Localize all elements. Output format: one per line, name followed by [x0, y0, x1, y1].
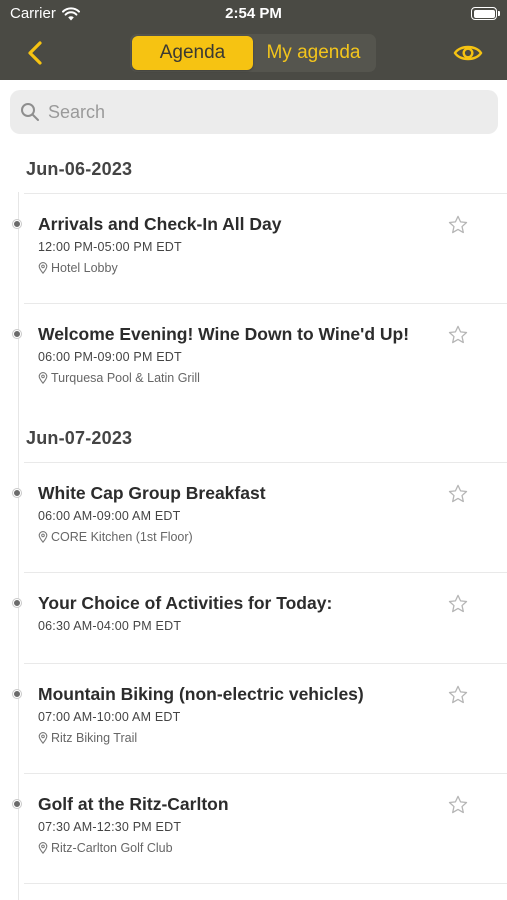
agenda-segmented-control: Agenda My agenda — [130, 34, 376, 72]
date-header: Jun-07-2023 — [26, 428, 133, 448]
status-bar: Carrier 2:54 PM — [0, 0, 507, 28]
location-pin-icon — [38, 372, 48, 384]
event-location-text: Hotel Lobby — [51, 261, 118, 275]
event-title: Welcome Evening! Wine Down to Wine'd Up! — [38, 324, 410, 344]
search-bar[interactable] — [10, 90, 498, 134]
event-time: 06:00 PM-09:00 PM EDT — [38, 350, 182, 364]
star-icon[interactable] — [447, 794, 469, 816]
search-input[interactable] — [48, 101, 448, 123]
star-icon[interactable] — [447, 593, 469, 615]
event-title: Mountain Biking (non-electric vehicles) — [38, 684, 364, 704]
event-location: CORE Kitchen (1st Floor) — [38, 530, 193, 544]
event-title: White Cap Group Breakfast — [38, 483, 266, 503]
agenda-item[interactable]: Arrivals and Check-In All Day 12:00 PM-0… — [13, 193, 507, 303]
event-location: Hotel Lobby — [38, 261, 118, 275]
event-location-text: Ritz Biking Trail — [51, 731, 138, 745]
eye-icon — [453, 45, 483, 61]
event-location-text: CORE Kitchen (1st Floor) — [51, 530, 193, 544]
agenda-item[interactable]: Mountain Biking (non-electric vehicles) … — [13, 663, 507, 773]
agenda-item[interactable]: White Cap Group Breakfast 06:00 AM-09:00… — [13, 462, 507, 572]
agenda-item-partial — [24, 883, 507, 900]
timeline-dot — [13, 599, 21, 607]
timeline-dot — [13, 489, 21, 497]
location-pin-icon — [38, 531, 48, 543]
event-time: 07:30 AM-12:30 PM EDT — [38, 820, 182, 834]
navigation-bar: Agenda My agenda — [0, 28, 507, 80]
event-title: Golf at the Ritz-Carlton — [38, 794, 229, 814]
timeline-line — [18, 192, 19, 900]
location-pin-icon — [38, 842, 48, 854]
back-button[interactable] — [20, 38, 50, 68]
event-location-text: Turquesa Pool & Latin Grill — [51, 371, 200, 385]
event-location: Turquesa Pool & Latin Grill — [38, 371, 200, 385]
date-header: Jun-06-2023 — [26, 159, 133, 179]
battery-icon — [471, 7, 500, 20]
view-toggle-button[interactable] — [453, 40, 483, 66]
search-icon — [21, 103, 39, 121]
tab-agenda[interactable]: Agenda — [132, 36, 253, 70]
event-time: 06:30 AM-04:00 PM EDT — [38, 619, 182, 633]
agenda-item[interactable]: Golf at the Ritz-Carlton 07:30 AM-12:30 … — [13, 773, 507, 883]
timeline-dot — [13, 220, 21, 228]
timeline-dot — [13, 330, 21, 338]
event-time: 12:00 PM-05:00 PM EDT — [38, 240, 182, 254]
star-icon[interactable] — [447, 324, 469, 346]
location-pin-icon — [38, 732, 48, 744]
agenda-item[interactable]: Welcome Evening! Wine Down to Wine'd Up!… — [13, 303, 507, 413]
event-location: Ritz-Carlton Golf Club — [38, 841, 173, 855]
chevron-left-icon — [28, 41, 42, 65]
star-icon[interactable] — [447, 684, 469, 706]
tab-my-agenda[interactable]: My agenda — [253, 36, 374, 70]
event-time: 06:00 AM-09:00 AM EDT — [38, 509, 181, 523]
event-location-text: Ritz-Carlton Golf Club — [51, 841, 173, 855]
event-location: Ritz Biking Trail — [38, 731, 137, 745]
search-area — [0, 80, 507, 142]
event-time: 07:00 AM-10:00 AM EDT — [38, 710, 181, 724]
star-icon[interactable] — [447, 214, 469, 236]
agenda-list: Jun-06-2023 Arrivals and Check-In All Da… — [0, 142, 507, 900]
event-title: Your Choice of Activities for Today: — [38, 593, 333, 613]
location-pin-icon — [38, 262, 48, 274]
star-icon[interactable] — [447, 483, 469, 505]
clock: 2:54 PM — [225, 5, 282, 22]
event-title: Arrivals and Check-In All Day — [38, 214, 282, 234]
agenda-item[interactable]: Your Choice of Activities for Today: 06:… — [13, 572, 507, 663]
timeline-dot — [13, 800, 21, 808]
timeline-dot — [13, 690, 21, 698]
